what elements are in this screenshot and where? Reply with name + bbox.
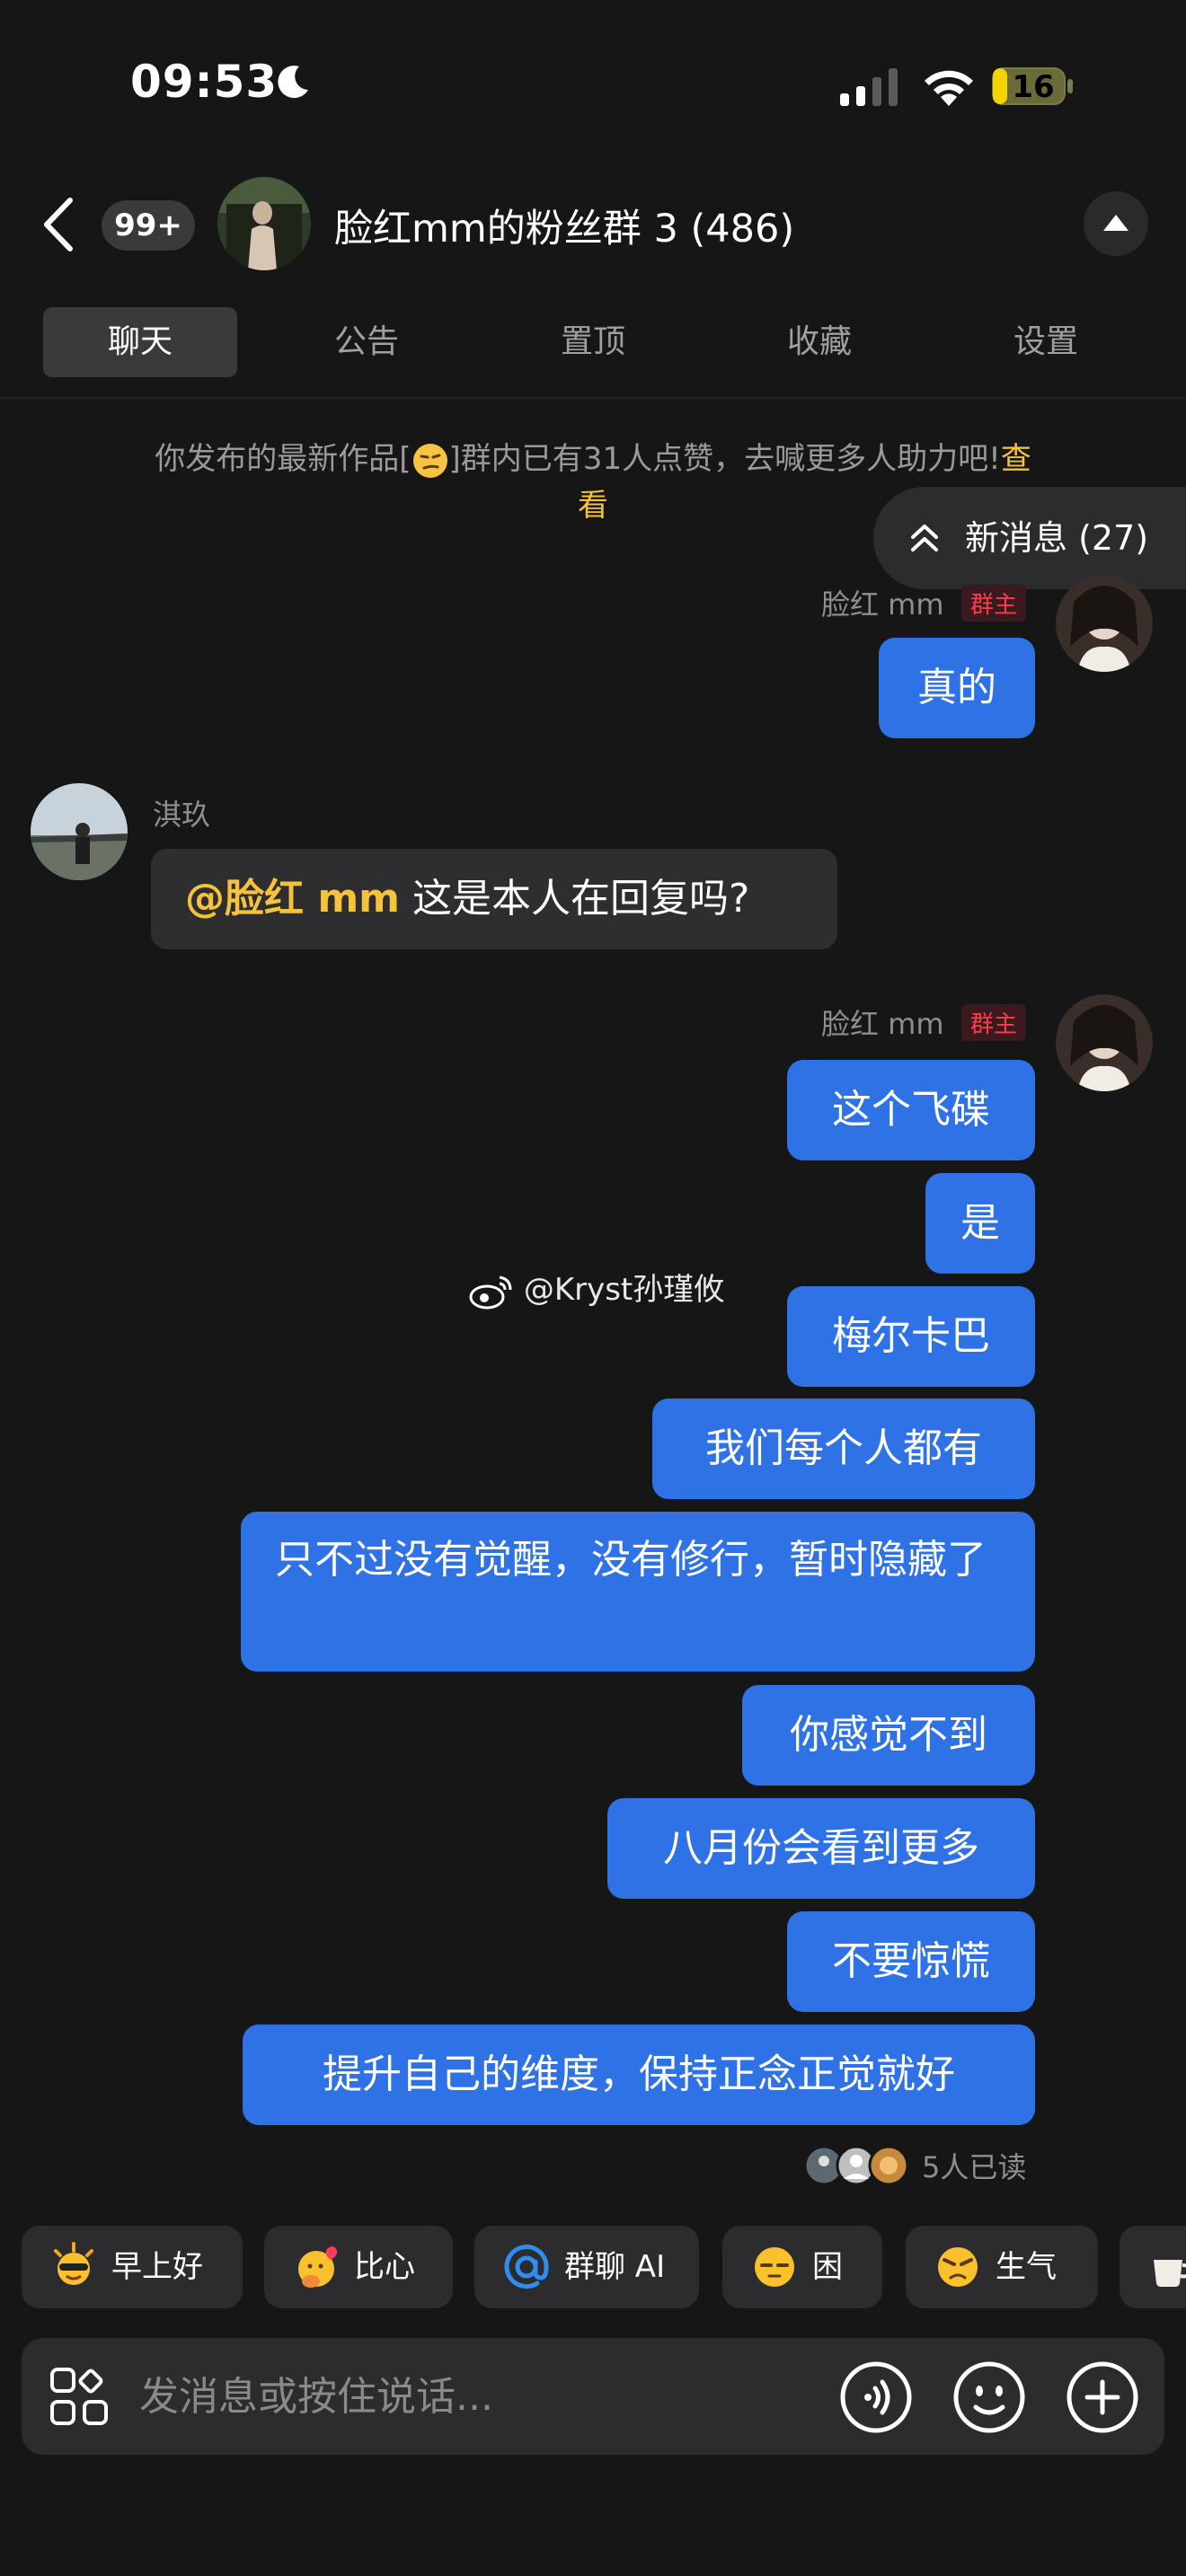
heart-hand-emoji-icon	[298, 2246, 338, 2288]
emoji-icon[interactable]	[952, 2360, 1026, 2434]
member-avatar[interactable]	[31, 783, 128, 880]
notice-text-before: 你发布的最新作品[	[155, 441, 412, 477]
mention-tag[interactable]: @脸红 mm	[185, 876, 400, 922]
message-bubble[interactable]: 提升自己的维度，保持正念正觉就好	[243, 2025, 1035, 2125]
tab-settings[interactable]: 设置	[949, 307, 1143, 377]
message-bubble[interactable]: 这个飞碟	[787, 1060, 1035, 1160]
sleepy-emoji-icon	[755, 2247, 794, 2287]
message-bubble[interactable]: 梅尔卡巴	[787, 1286, 1035, 1387]
chip-label: 生气	[996, 2249, 1057, 2285]
message-bubble[interactable]: 你感觉不到	[742, 1685, 1035, 1786]
coffee-cup-icon	[1154, 2260, 1186, 2287]
quick-chip-good-morning[interactable]: 早上好	[22, 2226, 243, 2308]
message-input[interactable]	[139, 2362, 804, 2430]
tab-announcement[interactable]: 公告	[270, 307, 464, 377]
read-receipt[interactable]: 5人已读	[922, 2145, 1026, 2186]
unread-count-badge[interactable]: 99+	[102, 200, 195, 251]
at-icon	[504, 2245, 549, 2289]
quick-chip-angry[interactable]: 生气	[906, 2226, 1098, 2308]
battery-level: 16	[1012, 69, 1055, 105]
owner-tag: 群主	[961, 585, 1027, 622]
quick-chip-more[interactable]	[1120, 2226, 1186, 2308]
battery-icon: 16	[992, 66, 1075, 106]
wifi-icon	[925, 70, 973, 106]
message-bubble[interactable]: 不要惊慌	[787, 1911, 1035, 2012]
quick-chip-heart[interactable]: 比心	[264, 2226, 453, 2308]
owner-avatar[interactable]	[1056, 994, 1153, 1091]
quick-chip-sleepy[interactable]: 困	[722, 2226, 882, 2308]
sender-name: 脸红 mm	[821, 587, 944, 622]
notice-view-link-cont[interactable]: 看	[578, 488, 608, 524]
message-text: 这是本人在回复吗?	[400, 876, 750, 922]
caret-up-icon	[1103, 215, 1128, 231]
new-messages-button[interactable]: 新消息 (27)	[873, 487, 1186, 589]
back-arrow-icon[interactable]	[36, 193, 81, 256]
new-messages-label: 新消息 (27)	[965, 518, 1149, 558]
message-bubble[interactable]: 真的	[879, 638, 1035, 738]
chip-label: 早上好	[111, 2249, 203, 2285]
group-title: 脸红mm的粉丝群 3 (486)	[334, 207, 795, 251]
notice-text-after: ]群内已有31人点赞，去喊更多人助力吧!	[448, 441, 1001, 477]
double-chevron-up-icon	[911, 525, 938, 551]
tab-pinned[interactable]: 置顶	[496, 307, 690, 377]
sender-name: 脸红 mm	[821, 1007, 944, 1041]
message-bubble[interactable]: 是	[925, 1173, 1035, 1274]
quick-chip-group-ai[interactable]: 群聊 AI	[474, 2226, 699, 2308]
apps-grid-icon[interactable]	[47, 2364, 111, 2429]
tab-chat[interactable]: 聊天	[43, 307, 237, 377]
smirk-emoji-icon	[412, 443, 447, 478]
tab-favorites[interactable]: 收藏	[722, 307, 916, 377]
status-time: 09:53	[130, 56, 279, 108]
chip-label: 困	[812, 2249, 843, 2285]
angry-emoji-icon	[938, 2247, 978, 2287]
message-bubble[interactable]: 只不过没有觉醒，没有修行，暂时隐藏了	[241, 1512, 1035, 1672]
header-divider	[0, 397, 1186, 399]
voice-icon[interactable]	[839, 2360, 913, 2434]
weibo-icon	[469, 1275, 512, 1309]
owner-avatar[interactable]	[1056, 575, 1153, 672]
chip-label: 比心	[354, 2249, 415, 2285]
message-bubble-mention[interactable]: @脸红 mm 这是本人在回复吗?	[151, 849, 837, 949]
plus-icon[interactable]	[1066, 2360, 1139, 2434]
notice-view-link[interactable]: 查	[1001, 441, 1031, 477]
watermark: @Kryst孙瑾攸	[469, 1265, 724, 1310]
sender-name: 淇玖	[153, 798, 211, 832]
message-bubble[interactable]: 八月份会看到更多	[607, 1798, 1035, 1899]
chip-label: 群聊 AI	[564, 2249, 666, 2285]
message-bubble[interactable]: 我们每个人都有	[652, 1398, 1035, 1499]
watermark-text: @Kryst孙瑾攸	[523, 1272, 725, 1308]
sun-emoji-icon	[54, 2242, 93, 2285]
group-avatar[interactable]	[217, 177, 311, 270]
collapse-header-button[interactable]	[1084, 191, 1148, 256]
signal-icon	[840, 68, 898, 106]
owner-tag: 群主	[961, 1004, 1027, 1041]
moon-icon	[278, 66, 308, 99]
read-avatars[interactable]	[804, 2145, 912, 2186]
